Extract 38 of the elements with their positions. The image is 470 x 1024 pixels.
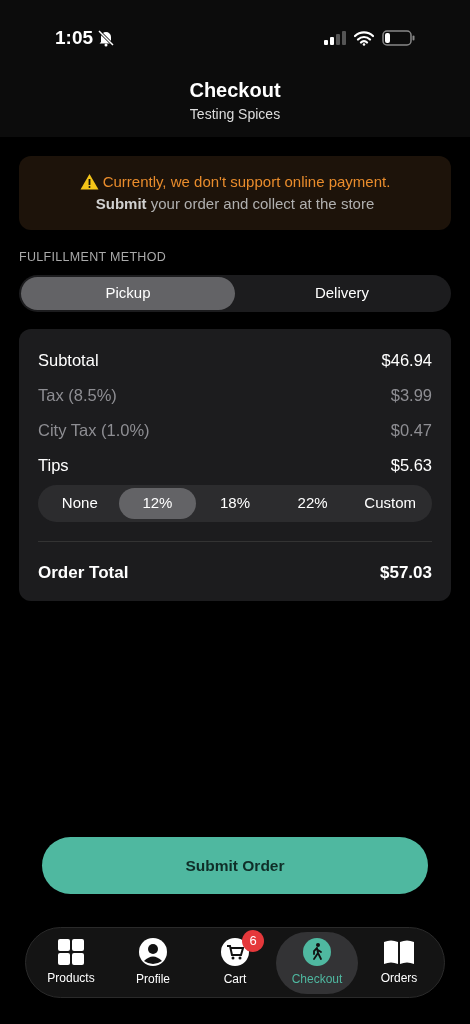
signal-icon — [324, 31, 346, 45]
tip-option[interactable]: None — [41, 487, 119, 519]
battery-icon — [382, 30, 415, 46]
tab-bar-item[interactable]: Checkout — [276, 931, 358, 994]
profile-icon — [139, 937, 167, 966]
cart-count-badge: 6 — [242, 929, 264, 952]
fulfillment-option[interactable]: Pickup — [21, 276, 235, 310]
tab-bar-item[interactable]: Profile — [112, 931, 194, 994]
summary-value: $0.47 — [390, 419, 432, 441]
summary-value: $5.63 — [390, 454, 432, 476]
tab-bar-item[interactable]: Products — [30, 931, 112, 994]
status-time: 1:05 — [55, 25, 94, 50]
section-label: FULFILLMENT METHOD — [19, 249, 168, 266]
tab-bar-item[interactable]: Orders — [358, 931, 440, 994]
summary-label: Subtotal — [38, 349, 99, 371]
tip-option[interactable]: Custom — [351, 487, 429, 519]
warning-icon — [79, 173, 99, 191]
summary-value: $3.99 — [390, 384, 432, 406]
tip-option[interactable]: 18% — [196, 487, 274, 519]
total-label: Order Total — [38, 561, 129, 584]
summary-label: Tips — [38, 454, 69, 476]
fulfillment-option[interactable]: Delivery — [235, 276, 449, 310]
total-value: $57.03 — [380, 561, 432, 584]
wifi-icon — [354, 30, 374, 46]
book-icon — [383, 938, 415, 965]
summary-label: City Tax (1.0%) — [38, 419, 150, 441]
notice-headline: Currently, we don't support online payment. — [102, 171, 391, 192]
grid-icon — [58, 938, 84, 965]
summary-value: $46.94 — [381, 349, 432, 371]
notice-detail: Submit your order and collect at the store — [95, 194, 375, 214]
walking-person-icon — [303, 937, 331, 966]
tip-option[interactable]: 22% — [273, 487, 352, 519]
page-subtitle: Testing Spices — [189, 105, 281, 124]
summary-label: Tax (8.5%) — [38, 384, 117, 406]
page-title: Checkout — [189, 78, 281, 103]
tab-bar-item[interactable]: Cart 6 — [194, 931, 276, 994]
tip-option[interactable]: 12% — [118, 487, 197, 519]
submit-order-button[interactable]: Submit Order — [42, 837, 428, 894]
